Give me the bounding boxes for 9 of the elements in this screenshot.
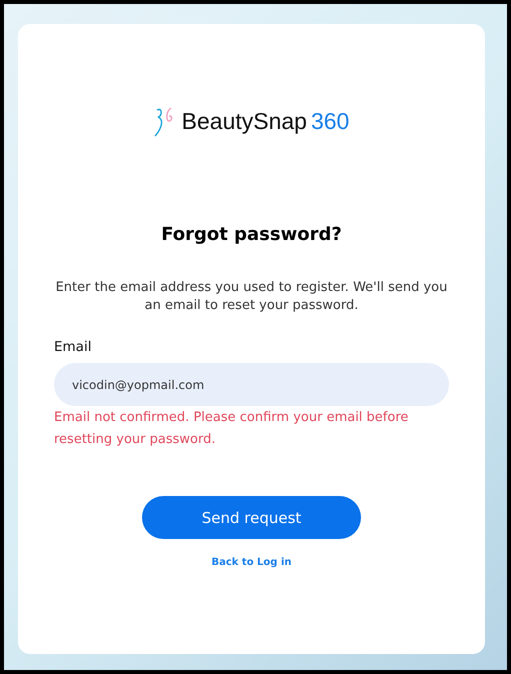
field-label: Email [54,339,92,355]
email-field[interactable]: vicodin@yopmail.com [54,363,449,406]
logo-suffix: 360 [310,108,350,134]
page-title: Forgot password? [161,224,342,245]
description-text: Enter the email address you used to register. We'll send you an email to reset your password. [54,279,448,315]
error-message: Email not confirmed. Please confirm your email before resetting your password. [54,409,410,449]
logo-text: BeautySnap [182,108,307,134]
send-request-button[interactable]: Send request [142,496,361,539]
back-to-login-link[interactable]: Back to Log in [212,557,292,568]
